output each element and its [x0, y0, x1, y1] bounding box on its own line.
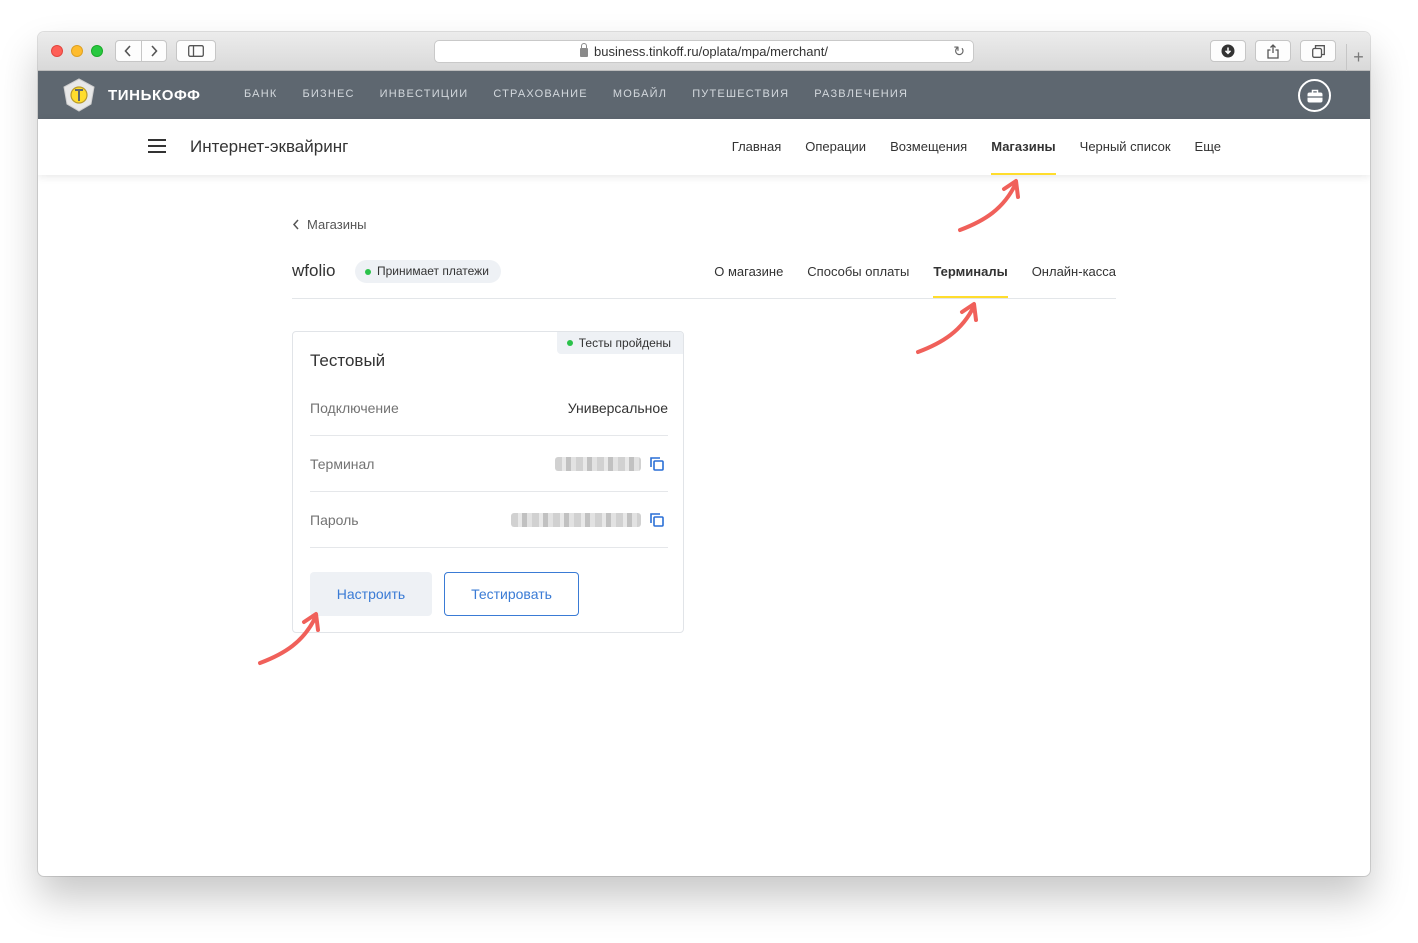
- status-dot-icon: [365, 269, 371, 275]
- copy-password-icon[interactable]: [650, 513, 664, 527]
- app-header: Интернет-эквайринг Главная Операции Возм…: [38, 119, 1370, 175]
- terminal-key-row: Терминал: [310, 436, 668, 492]
- site-topbar: ТИНЬКОФФ БАНК БИЗНЕС ИНВЕСТИЦИИ СТРАХОВА…: [38, 71, 1370, 119]
- test-button[interactable]: Тестировать: [444, 572, 579, 616]
- shop-status-text: Принимает платежи: [377, 264, 489, 278]
- tabs-icon: [1311, 44, 1325, 58]
- tests-status-text: Тесты пройдены: [578, 336, 671, 350]
- breadcrumb-label: Магазины: [307, 217, 367, 232]
- reload-icon[interactable]: ↻: [953, 43, 965, 60]
- terminal-card: Тесты пройдены Тестовый Подключение Унив…: [292, 331, 684, 633]
- menu-icon[interactable]: [148, 139, 166, 153]
- share-icon: [1267, 43, 1279, 59]
- brand-name[interactable]: ТИНЬКОФФ: [108, 87, 201, 104]
- nav-item-shops[interactable]: Магазины: [991, 119, 1057, 175]
- product-nav-investments[interactable]: ИНВЕСТИЦИИ: [380, 88, 469, 100]
- tab-online-cashbox[interactable]: Онлайн-касса: [1032, 260, 1116, 298]
- app-title: Интернет-эквайринг: [190, 137, 349, 156]
- tab-payment-methods[interactable]: Способы оплаты: [807, 260, 909, 298]
- downloads-button[interactable]: [1210, 40, 1246, 62]
- back-button[interactable]: [116, 41, 141, 61]
- product-nav-business[interactable]: БИЗНЕС: [302, 88, 354, 100]
- nav-item-home[interactable]: Главная: [732, 119, 781, 175]
- password-row: Пароль: [310, 492, 668, 548]
- product-nav-bank[interactable]: БАНК: [244, 88, 277, 100]
- tab-terminals[interactable]: Терминалы: [933, 260, 1009, 298]
- copy-terminal-key-icon[interactable]: [650, 457, 664, 471]
- lock-icon: [580, 43, 589, 57]
- share-button[interactable]: [1255, 40, 1291, 62]
- forward-button[interactable]: [140, 41, 166, 61]
- shop-status-badge: Принимает платежи: [355, 260, 501, 283]
- tinkoff-logo-icon[interactable]: [61, 78, 97, 112]
- browser-toolbar: business.tinkoff.ru/oplata/mpa/merchant/…: [38, 32, 1370, 71]
- sidebar-toggle-button[interactable]: [176, 40, 216, 62]
- main-nav: Главная Операции Возмещения Магазины Чер…: [708, 119, 1221, 175]
- tab-overview-button[interactable]: [1300, 40, 1336, 62]
- nav-item-blacklist[interactable]: Черный список: [1080, 119, 1171, 175]
- breadcrumb[interactable]: Магазины: [292, 217, 367, 232]
- configure-button[interactable]: Настроить: [310, 572, 432, 616]
- sidebar-icon: [188, 45, 204, 57]
- minimize-window-button[interactable]: [71, 45, 83, 57]
- zoom-window-button[interactable]: [91, 45, 103, 57]
- download-icon: [1221, 44, 1235, 58]
- annotation-arrow-icon: [916, 302, 978, 354]
- tests-status-badge: Тесты пройдены: [556, 332, 683, 354]
- product-nav-insurance[interactable]: СТРАХОВАНИЕ: [493, 88, 587, 100]
- nav-item-operations[interactable]: Операции: [805, 119, 866, 175]
- connection-label: Подключение: [310, 400, 399, 416]
- browser-window: business.tinkoff.ru/oplata/mpa/merchant/…: [38, 32, 1370, 876]
- briefcase-icon: [1307, 89, 1322, 102]
- terminal-key-label: Терминал: [310, 456, 375, 472]
- chevron-left-icon: [124, 45, 132, 57]
- new-tab-button[interactable]: +: [1346, 44, 1370, 71]
- history-nav: [115, 40, 167, 62]
- chevron-right-icon: [151, 45, 158, 57]
- password-value-redacted: [511, 513, 641, 527]
- terminal-title: Тестовый: [310, 351, 386, 370]
- address-bar[interactable]: business.tinkoff.ru/oplata/mpa/merchant/…: [434, 40, 974, 63]
- chevron-left-icon: [292, 219, 299, 230]
- business-account-button[interactable]: [1298, 79, 1331, 112]
- shop-name: wfolio: [292, 261, 336, 280]
- url-text: business.tinkoff.ru/oplata/mpa/merchant/: [594, 44, 828, 59]
- annotation-arrow-icon: [958, 179, 1020, 232]
- product-nav-travel[interactable]: ПУТЕШЕСТВИЯ: [692, 88, 789, 100]
- connection-value: Универсальное: [567, 400, 668, 416]
- connection-row: Подключение Универсальное: [310, 380, 668, 436]
- status-dot-icon: [566, 340, 573, 346]
- product-nav-mobile[interactable]: МОБАЙЛ: [613, 88, 667, 100]
- password-label: Пароль: [310, 512, 359, 528]
- product-nav-entertainment[interactable]: РАЗВЛЕЧЕНИЯ: [814, 88, 908, 100]
- product-nav: БАНК БИЗНЕС ИНВЕСТИЦИИ СТРАХОВАНИЕ МОБАЙ…: [244, 88, 933, 100]
- close-window-button[interactable]: [51, 45, 63, 57]
- nav-item-refunds[interactable]: Возмещения: [890, 119, 967, 175]
- terminal-key-value-redacted: [555, 457, 641, 471]
- tab-about-shop[interactable]: О магазине: [714, 260, 783, 298]
- nav-item-more[interactable]: Еще: [1195, 119, 1221, 175]
